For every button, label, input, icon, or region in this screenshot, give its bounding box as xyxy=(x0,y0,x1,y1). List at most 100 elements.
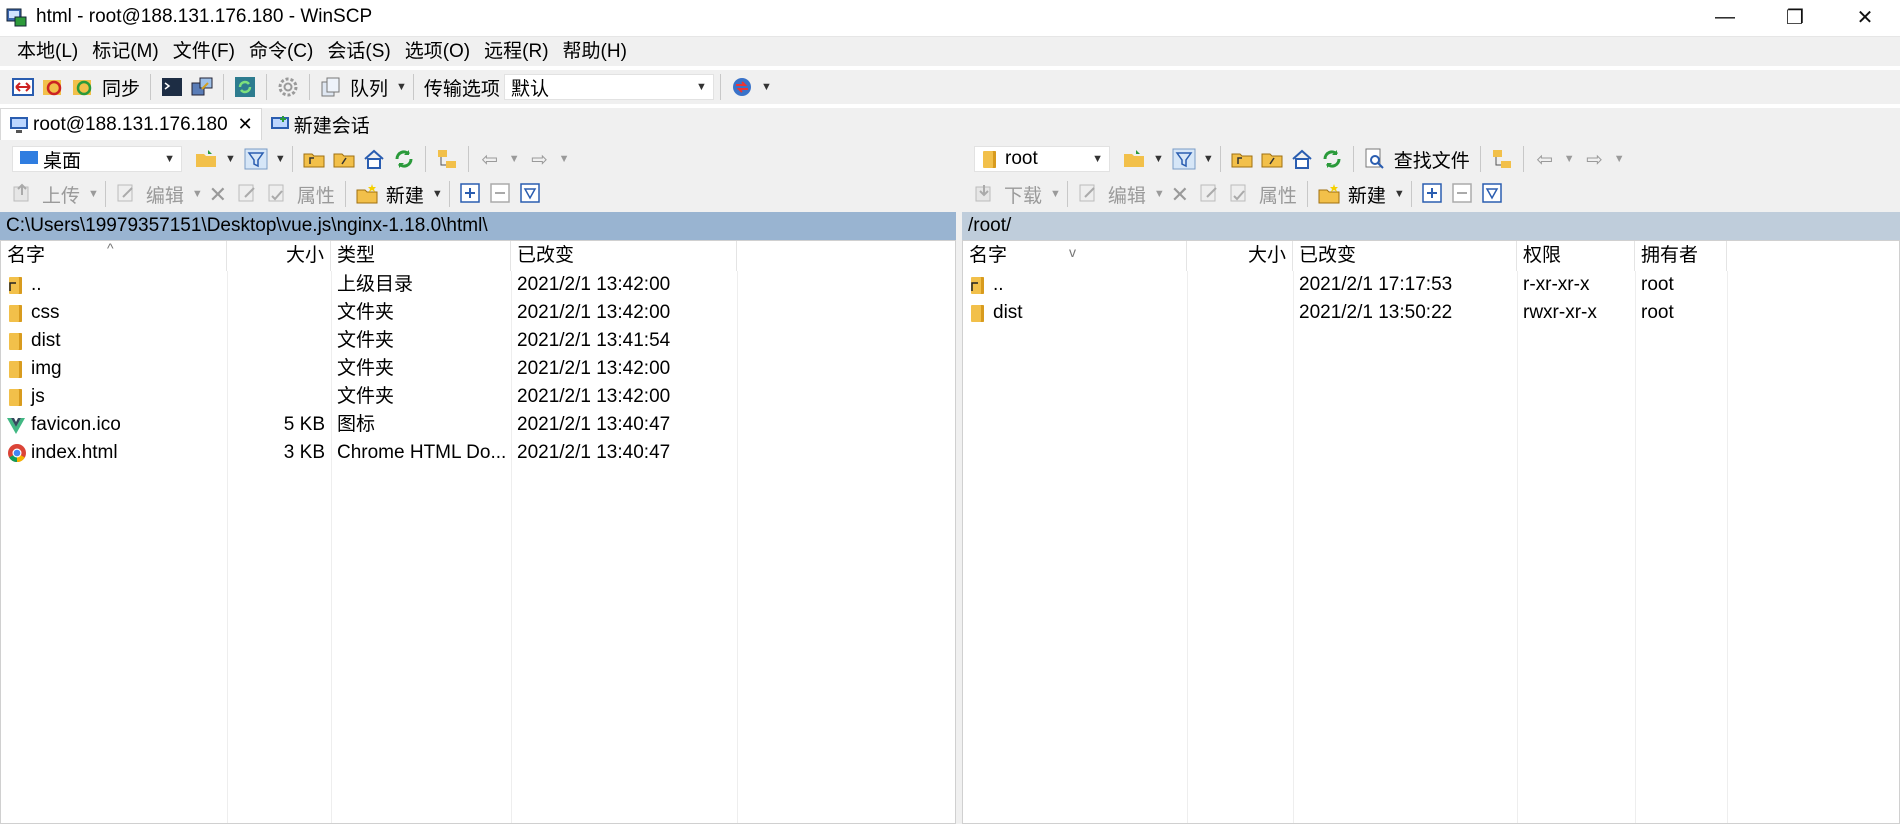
local-location-select[interactable]: 桌面 ▼ xyxy=(12,146,182,172)
menu-mark[interactable]: 标记(M) xyxy=(85,37,165,67)
tab-new-session[interactable]: 新建会话 xyxy=(262,108,378,140)
column-name[interactable]: 名字 ^ xyxy=(1,241,227,271)
new-button[interactable]: 新建 xyxy=(1348,181,1386,208)
remote-path-bar[interactable]: /root/ xyxy=(962,212,1900,240)
menu-options[interactable]: 选项(O) xyxy=(398,37,477,67)
remote-location-select[interactable]: root ▼ xyxy=(974,146,1110,172)
select-files-icon[interactable] xyxy=(1421,182,1445,206)
minimize-button[interactable]: — xyxy=(1690,0,1760,34)
queue-button[interactable]: 队列 xyxy=(350,74,388,101)
rename-icon[interactable] xyxy=(1198,182,1222,206)
back-dropdown-icon[interactable]: ▼ xyxy=(1564,153,1575,165)
parent-directory-icon[interactable] xyxy=(1230,147,1254,171)
filter-files-icon[interactable] xyxy=(519,182,543,206)
restore-button[interactable]: ❐ xyxy=(1760,0,1830,34)
forward-arrow-icon[interactable]: ⇨ xyxy=(528,147,552,171)
open-folder-dropdown-icon[interactable]: ▼ xyxy=(1153,153,1164,165)
column-name[interactable]: 名字 v xyxy=(963,241,1187,271)
filter-icon[interactable] xyxy=(244,147,268,171)
local-path-bar[interactable]: C:\Users\19979357151\Desktop\vue.js\ngin… xyxy=(0,212,956,240)
refresh-icon[interactable] xyxy=(1320,147,1344,171)
column-modified[interactable]: 已改变 xyxy=(511,241,737,271)
properties-icon[interactable] xyxy=(266,182,290,206)
properties-button[interactable]: 属性 xyxy=(1259,181,1297,208)
upload-button[interactable]: 上传 xyxy=(42,181,80,208)
unselect-files-icon[interactable] xyxy=(489,182,513,206)
download-button[interactable]: 下载 xyxy=(1004,181,1042,208)
list-item[interactable]: js 文件夹 2021/2/1 13:42:00 xyxy=(1,383,737,411)
home-icon[interactable] xyxy=(362,147,386,171)
edit-icon[interactable] xyxy=(1077,182,1101,206)
upload-icon[interactable] xyxy=(11,182,35,206)
compare-directories-icon[interactable] xyxy=(11,75,35,99)
edit-button[interactable]: 编辑 xyxy=(1108,181,1146,208)
forward-dropdown-icon[interactable]: ▼ xyxy=(559,153,570,165)
list-item[interactable]: .. 上级目录 2021/2/1 13:42:00 xyxy=(1,271,737,299)
menu-commands[interactable]: 命令(C) xyxy=(242,37,320,67)
forward-dropdown-icon[interactable]: ▼ xyxy=(1614,153,1625,165)
filter-dropdown-icon[interactable]: ▼ xyxy=(275,153,286,165)
menu-remote[interactable]: 远程(R) xyxy=(477,37,555,67)
putty-icon[interactable] xyxy=(190,75,214,99)
queue-dropdown-arrow-icon[interactable]: ▼ xyxy=(396,81,407,93)
edit-dropdown-icon[interactable]: ▼ xyxy=(192,188,203,200)
column-type[interactable]: 类型 xyxy=(331,241,511,271)
select-files-icon[interactable] xyxy=(459,182,483,206)
new-dropdown-icon[interactable]: ▼ xyxy=(432,188,443,200)
directory-tree-icon[interactable] xyxy=(435,147,459,171)
edit-icon[interactable] xyxy=(115,182,139,206)
column-permissions[interactable]: 权限 xyxy=(1517,241,1635,271)
refresh-session-icon[interactable] xyxy=(233,75,257,99)
column-size[interactable]: 大小 xyxy=(227,241,331,271)
menu-files[interactable]: 文件(F) xyxy=(166,37,242,67)
list-item[interactable]: favicon.ico 5 KB 图标 2021/2/1 13:40:47 xyxy=(1,411,737,439)
transfer-settings-dropdown-icon[interactable]: ▼ xyxy=(761,81,772,93)
queue-icon[interactable] xyxy=(319,75,343,99)
list-item[interactable]: dist 文件夹 2021/2/1 13:41:54 xyxy=(1,327,737,355)
delete-icon[interactable]: ✕ xyxy=(1168,182,1192,207)
back-arrow-icon[interactable]: ⇦ xyxy=(1533,147,1557,171)
list-item[interactable]: index.html 3 KB Chrome HTML Do... 2021/2… xyxy=(1,439,737,467)
new-folder-icon[interactable] xyxy=(355,182,379,206)
column-owner[interactable]: 拥有者 xyxy=(1635,241,1727,271)
list-item[interactable]: .. 2021/2/1 17:17:53 r-xr-xr-x root xyxy=(963,271,1727,299)
rename-icon[interactable] xyxy=(236,182,260,206)
new-button[interactable]: 新建 xyxy=(386,181,424,208)
filter-dropdown-icon[interactable]: ▼ xyxy=(1203,153,1214,165)
root-directory-icon[interactable] xyxy=(1260,147,1284,171)
delete-icon[interactable]: ✕ xyxy=(206,182,230,207)
column-size[interactable]: 大小 xyxy=(1187,241,1293,271)
open-folder-icon[interactable] xyxy=(1122,147,1146,171)
column-modified[interactable]: 已改变 xyxy=(1293,241,1517,271)
download-icon[interactable] xyxy=(973,182,997,206)
find-files-icon[interactable] xyxy=(1363,147,1387,171)
transfer-settings-icon[interactable] xyxy=(730,75,754,99)
tab-session-root[interactable]: root@188.131.176.180 ✕ xyxy=(0,108,262,140)
directory-tree-icon[interactable] xyxy=(1490,147,1514,171)
filter-files-icon[interactable] xyxy=(1481,182,1505,206)
menu-help[interactable]: 帮助(H) xyxy=(556,37,634,67)
close-tab-icon[interactable]: ✕ xyxy=(238,114,253,135)
download-dropdown-icon[interactable]: ▼ xyxy=(1050,188,1061,200)
remote-file-list[interactable]: 名字 v 大小 已改变 权限 拥有者 .. 2021/2/1 17:17:53 … xyxy=(962,240,1900,824)
open-folder-icon[interactable] xyxy=(194,147,218,171)
open-folder-dropdown-icon[interactable]: ▼ xyxy=(225,153,236,165)
filter-icon[interactable] xyxy=(1172,147,1196,171)
menu-session[interactable]: 会话(S) xyxy=(320,37,397,67)
upload-dropdown-icon[interactable]: ▼ xyxy=(88,188,99,200)
properties-button[interactable]: 属性 xyxy=(297,181,335,208)
local-file-list[interactable]: 名字 ^ 大小 类型 已改变 .. 上级目录 2021/2/1 13:42:00… xyxy=(0,240,956,824)
find-files-button[interactable]: 查找文件 xyxy=(1394,146,1470,173)
preferences-gear-icon[interactable] xyxy=(276,75,300,99)
list-item[interactable]: img 文件夹 2021/2/1 13:42:00 xyxy=(1,355,737,383)
list-item[interactable]: dist 2021/2/1 13:50:22 rwxr-xr-x root xyxy=(963,299,1727,327)
close-button[interactable]: ✕ xyxy=(1830,0,1900,34)
refresh-icon[interactable] xyxy=(392,147,416,171)
synchronize-browsing-icon[interactable] xyxy=(41,75,65,99)
back-dropdown-icon[interactable]: ▼ xyxy=(509,153,520,165)
terminal-icon[interactable] xyxy=(160,75,184,99)
new-folder-icon[interactable] xyxy=(1317,182,1341,206)
transfer-profile-select[interactable]: 默认 ▼ xyxy=(503,74,714,100)
forward-arrow-icon[interactable]: ⇨ xyxy=(1583,147,1607,171)
parent-directory-icon[interactable] xyxy=(302,147,326,171)
